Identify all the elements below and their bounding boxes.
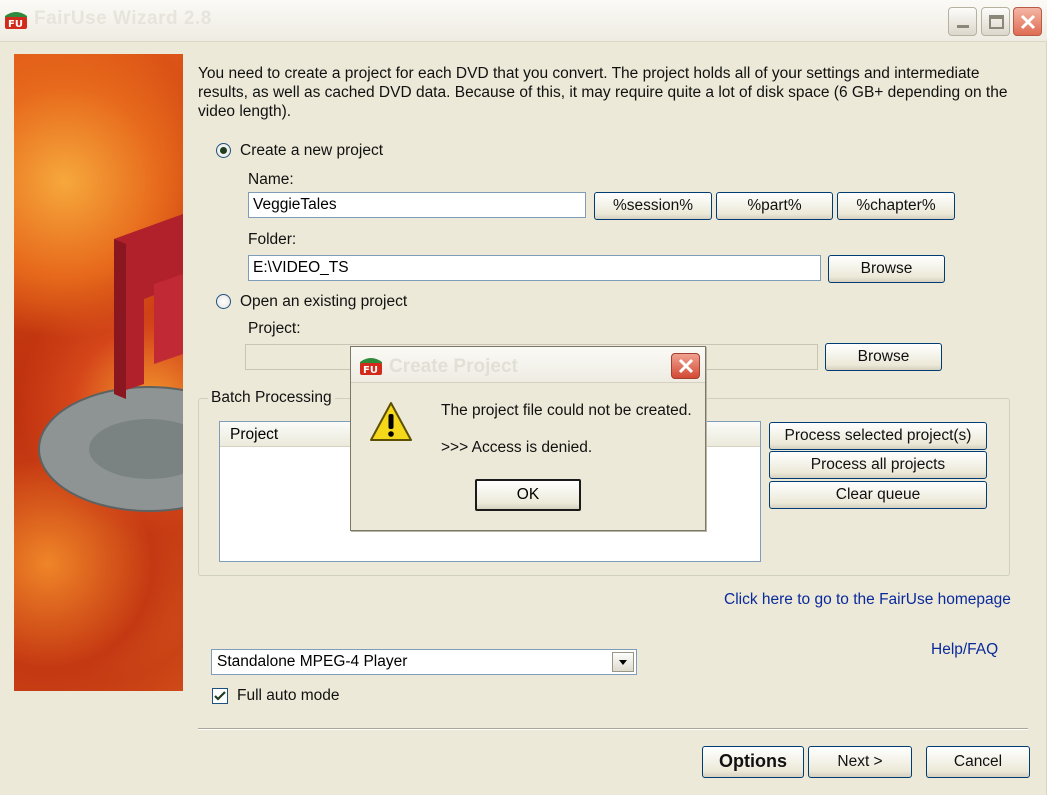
- dialog-close-button[interactable]: [671, 353, 700, 379]
- project-name-input[interactable]: VeggieTales: [248, 192, 586, 218]
- dialog-detail: >>> Access is denied.: [441, 439, 593, 456]
- folder-input[interactable]: E:\VIDEO_TS: [248, 255, 821, 281]
- fairuse-wizard-window: FU FairUse Wizard 2.8 You need to create…: [0, 0, 1047, 795]
- close-button[interactable]: [1013, 7, 1042, 36]
- project-column-label: Project: [230, 426, 279, 443]
- dialog-title: Create Project: [389, 356, 518, 377]
- app-logo-icon: FU: [360, 358, 382, 376]
- folder-browse-button[interactable]: Browse: [828, 255, 945, 283]
- svg-text:FU: FU: [8, 19, 23, 30]
- batch-processing-title: Batch Processing: [208, 389, 335, 407]
- svg-text:FU: FU: [363, 365, 378, 376]
- session-token-button[interactable]: %session%: [594, 192, 712, 220]
- existing-project-browse-button[interactable]: Browse: [825, 343, 942, 371]
- maximize-icon: [989, 15, 1004, 29]
- minimize-button[interactable]: [948, 7, 977, 36]
- full-auto-label[interactable]: Full auto mode: [237, 687, 340, 705]
- close-icon: [1020, 14, 1036, 30]
- open-existing-project-label[interactable]: Open an existing project: [240, 293, 407, 311]
- cancel-button[interactable]: Cancel: [926, 746, 1030, 778]
- wizard-side-image: [14, 54, 183, 691]
- maximize-button[interactable]: [981, 7, 1010, 36]
- close-icon: [678, 358, 694, 374]
- process-selected-button[interactable]: Process selected project(s): [769, 422, 987, 450]
- create-project-dialog: FU Create Project The project file could…: [350, 346, 706, 531]
- profile-select[interactable]: Standalone MPEG-4 Player: [211, 649, 637, 675]
- profile-select-value: Standalone MPEG-4 Player: [217, 653, 408, 670]
- help-faq-link[interactable]: Help/FAQ: [931, 641, 998, 659]
- chapter-token-button[interactable]: %chapter%: [837, 192, 955, 220]
- dialog-ok-button[interactable]: OK: [475, 479, 581, 511]
- dialog-title-bar[interactable]: FU Create Project: [351, 347, 705, 383]
- window-title: FairUse Wizard 2.8: [34, 8, 212, 29]
- full-auto-checkbox[interactable]: [212, 688, 228, 704]
- checkmark-icon: [214, 691, 226, 701]
- title-bar[interactable]: FU FairUse Wizard 2.8: [0, 0, 1047, 42]
- app-logo-icon: FU: [5, 12, 27, 30]
- open-existing-project-radio[interactable]: [216, 294, 231, 309]
- chevron-down-icon: [619, 660, 627, 665]
- dialog-message: The project file could not be created.: [441, 402, 692, 419]
- homepage-link[interactable]: Click here to go to the FairUse homepage: [724, 591, 1011, 609]
- process-all-button[interactable]: Process all projects: [769, 451, 987, 479]
- warning-icon: [370, 402, 412, 441]
- name-label: Name:: [248, 171, 294, 188]
- footer-divider: [198, 728, 1028, 730]
- options-button[interactable]: Options: [702, 746, 804, 778]
- create-new-project-label[interactable]: Create a new project: [240, 142, 383, 160]
- folder-label: Folder:: [248, 231, 297, 248]
- intro-text: You need to create a project for each DV…: [198, 65, 1008, 120]
- next-button[interactable]: Next >: [808, 746, 912, 778]
- create-new-project-radio[interactable]: [216, 143, 231, 158]
- dropdown-arrow-button[interactable]: [612, 652, 634, 672]
- minimize-icon: [957, 25, 969, 28]
- project-label: Project:: [248, 320, 301, 337]
- part-token-button[interactable]: %part%: [716, 192, 833, 220]
- clear-queue-button[interactable]: Clear queue: [769, 481, 987, 509]
